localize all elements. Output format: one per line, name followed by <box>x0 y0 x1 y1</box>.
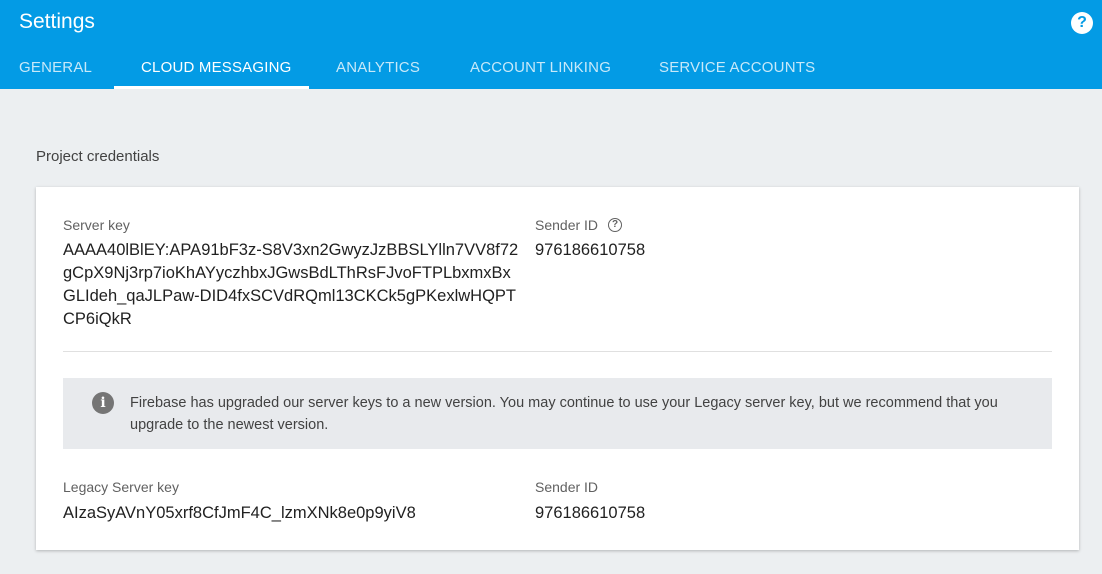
legacy-sender-id-value[interactable]: 976186610758 <box>535 502 645 525</box>
upgrade-notice: i Firebase has upgraded our server keys … <box>63 378 1052 449</box>
sender-id-label: Sender ID <box>535 217 599 233</box>
tab-general[interactable]: GENERAL <box>19 59 92 89</box>
divider <box>63 351 1052 352</box>
legacy-server-key-value[interactable]: AIzaSyAVnY05xrf8CfJmF4C_lzmXNk8e0p9yiV8 <box>63 502 416 525</box>
page-title: Settings <box>19 10 95 33</box>
info-icon: i <box>92 392 114 414</box>
sender-id-value[interactable]: 976186610758 <box>535 239 645 262</box>
credentials-card: Server key AAAA40lBlEY:APA91bF3z-S8V3xn2… <box>36 187 1079 550</box>
tab-service-accounts[interactable]: SERVICE ACCOUNTS <box>659 59 815 89</box>
server-key-value[interactable]: AAAA40lBlEY:APA91bF3z-S8V3xn2GwyzJzBBSLY… <box>63 239 523 331</box>
tab-account-linking[interactable]: ACCOUNT LINKING <box>470 59 611 89</box>
section-title: Project credentials <box>36 148 160 165</box>
legacy-server-key-label: Legacy Server key <box>63 479 179 495</box>
active-tab-indicator <box>114 86 309 89</box>
tab-cloud-messaging[interactable]: CLOUD MESSAGING <box>141 59 292 89</box>
help-icon[interactable]: ? <box>1071 12 1093 34</box>
app-header: Settings ? GENERAL CLOUD MESSAGING ANALY… <box>0 0 1102 89</box>
legacy-sender-id-label: Sender ID <box>535 479 599 495</box>
server-key-label: Server key <box>63 217 130 233</box>
notice-text: Firebase has upgraded our server keys to… <box>130 395 998 433</box>
tab-analytics[interactable]: ANALYTICS <box>336 59 420 89</box>
question-icon[interactable]: ? <box>608 218 622 232</box>
